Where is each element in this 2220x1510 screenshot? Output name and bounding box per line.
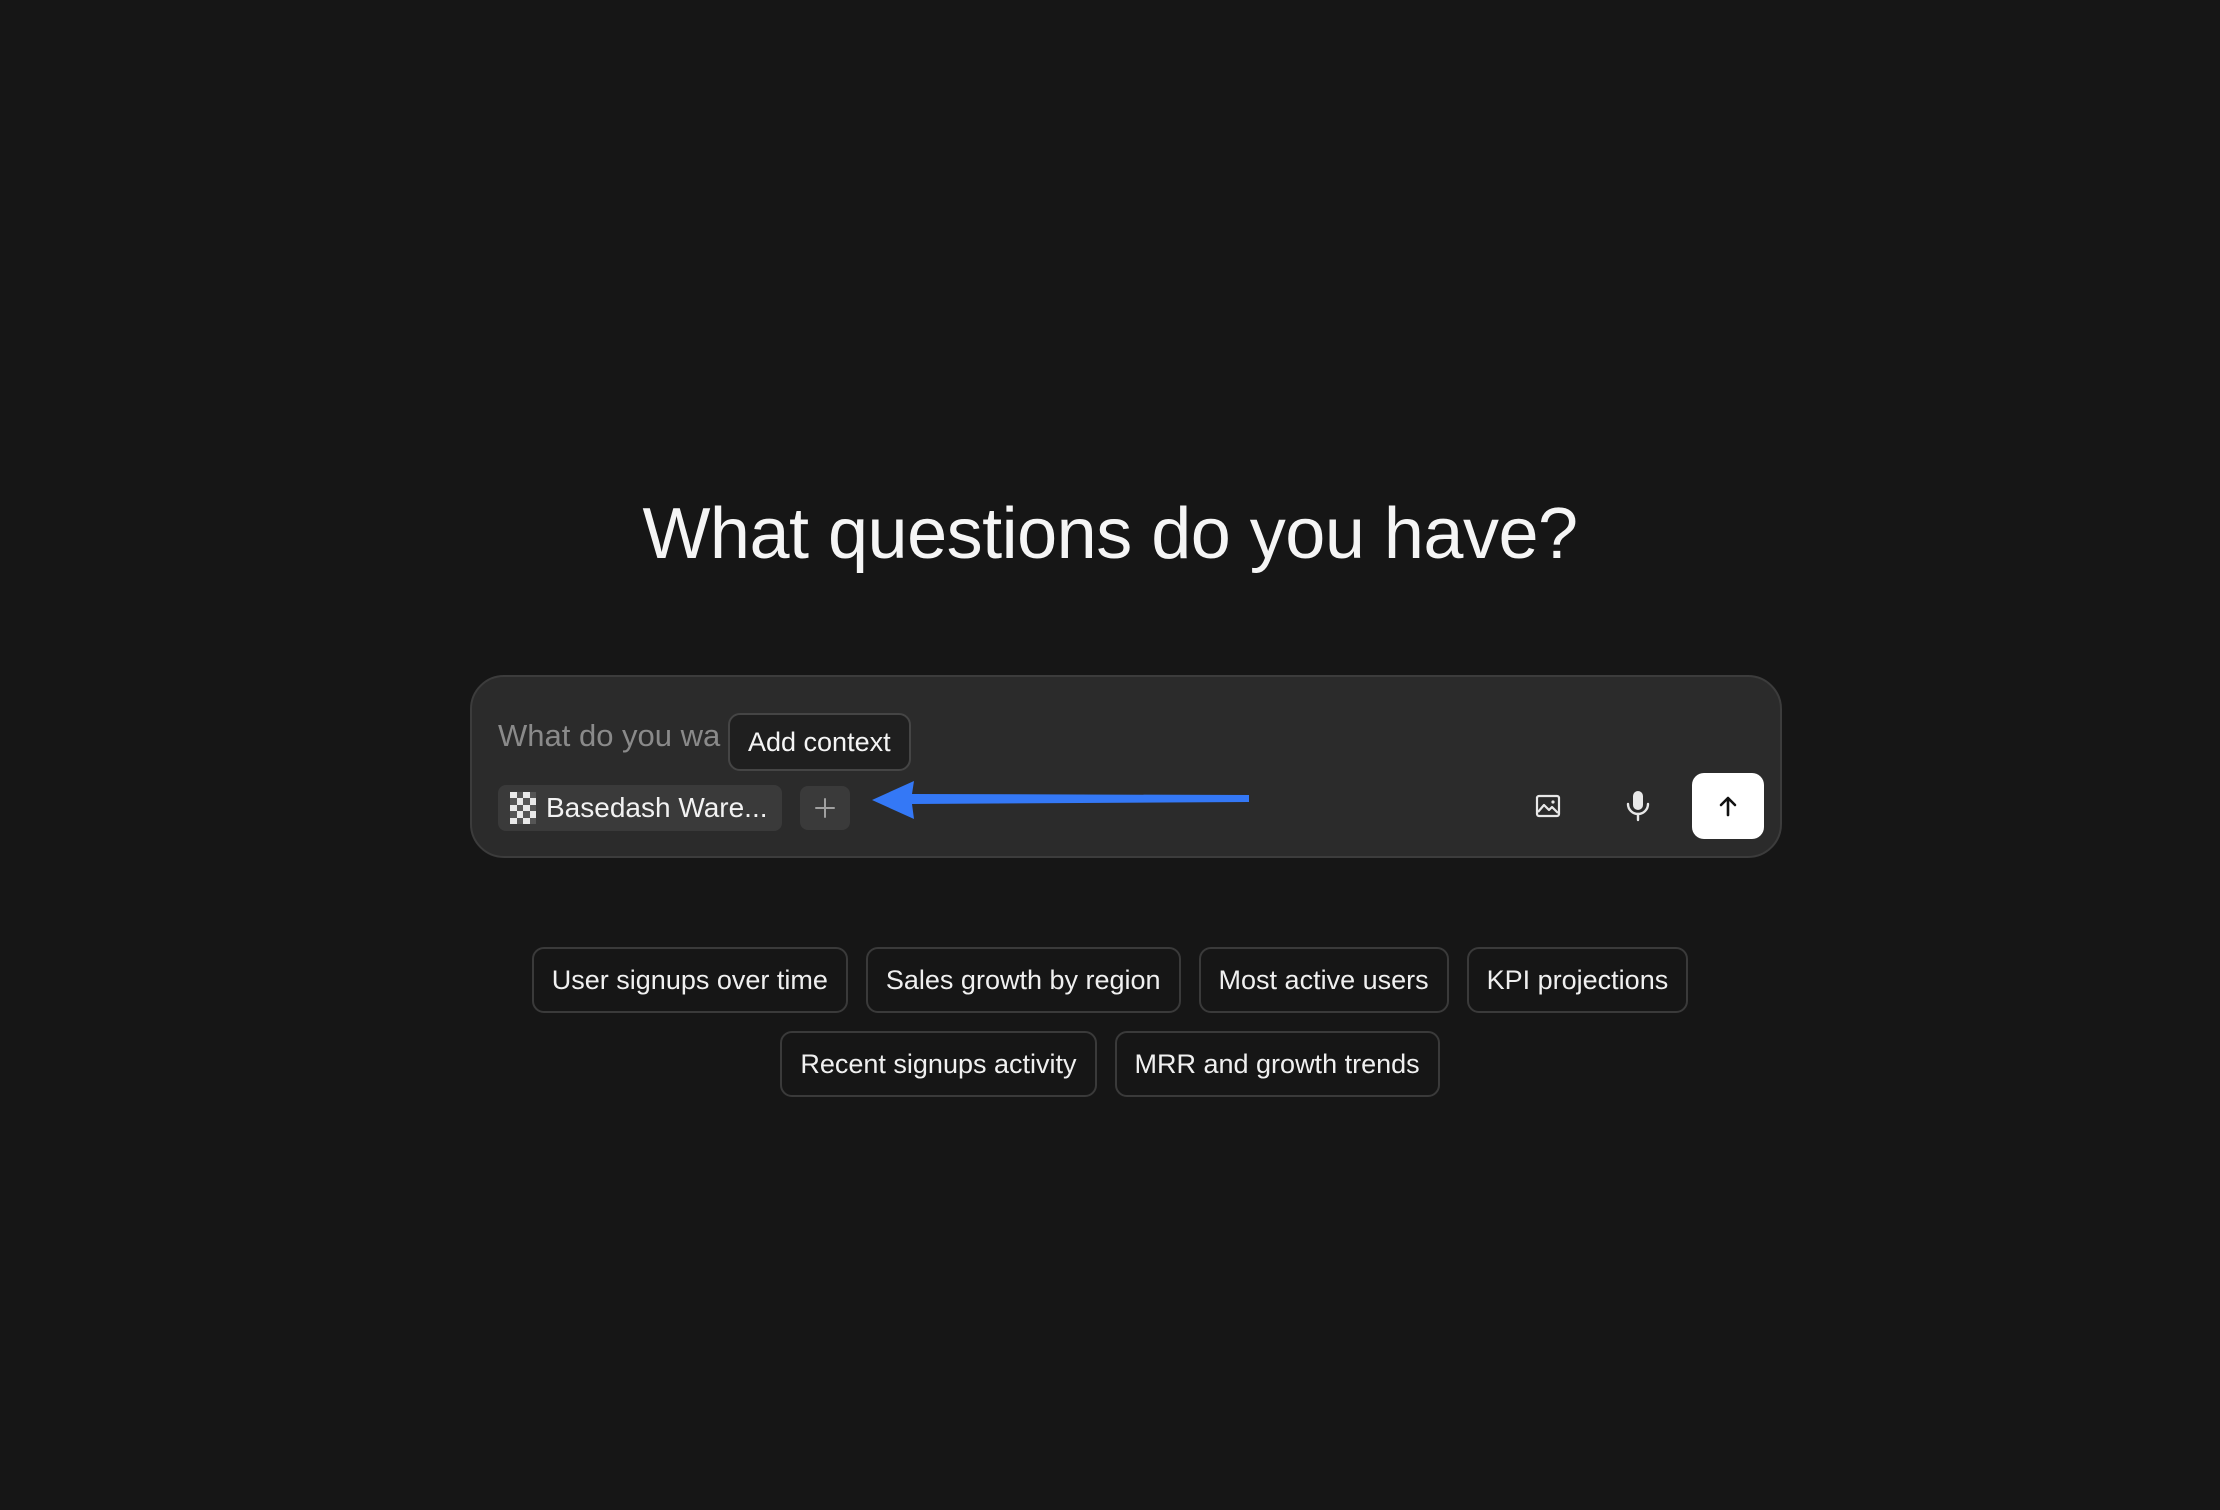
suggestion-sales-growth[interactable]: Sales growth by region (865, 947, 1181, 1013)
checkerboard-database-icon (510, 792, 536, 824)
plus-icon (814, 798, 835, 818)
suggestion-row: Recent signups activity MRR and growth t… (780, 1031, 1440, 1097)
page-heading: What questions do you have? (642, 494, 1578, 574)
arrow-up-icon (1719, 796, 1737, 817)
suggestion-row: User signups over time Sales growth by r… (531, 947, 1689, 1013)
add-context-button[interactable] (799, 786, 850, 830)
attach-image-button[interactable] (1512, 773, 1584, 839)
page: What questions do you have? Basedash War… (0, 0, 2220, 1510)
prompt-composer: Basedash Ware... Add context (470, 675, 1782, 858)
composer-tools (1512, 773, 1764, 839)
image-icon (1535, 794, 1561, 818)
data-source-chip[interactable]: Basedash Ware... (498, 785, 782, 831)
annotation-arrow-icon (872, 781, 1249, 819)
data-source-label: Basedash Ware... (546, 792, 768, 823)
send-button[interactable] (1692, 773, 1764, 839)
suggestions: User signups over time Sales growth by r… (0, 947, 2220, 1097)
voice-input-button[interactable] (1602, 773, 1674, 839)
add-context-tooltip: Add context (728, 713, 911, 771)
prompt-input[interactable] (498, 711, 1738, 761)
suggestion-kpi-projections[interactable]: KPI projections (1466, 947, 1689, 1013)
suggestion-recent-signups[interactable]: Recent signups activity (780, 1031, 1097, 1097)
suggestion-mrr-growth[interactable]: MRR and growth trends (1114, 1031, 1440, 1097)
suggestion-most-active-users[interactable]: Most active users (1198, 947, 1449, 1013)
suggestion-user-signups[interactable]: User signups over time (531, 947, 848, 1013)
context-row: Basedash Ware... (498, 785, 850, 831)
microphone-icon (1626, 791, 1650, 822)
